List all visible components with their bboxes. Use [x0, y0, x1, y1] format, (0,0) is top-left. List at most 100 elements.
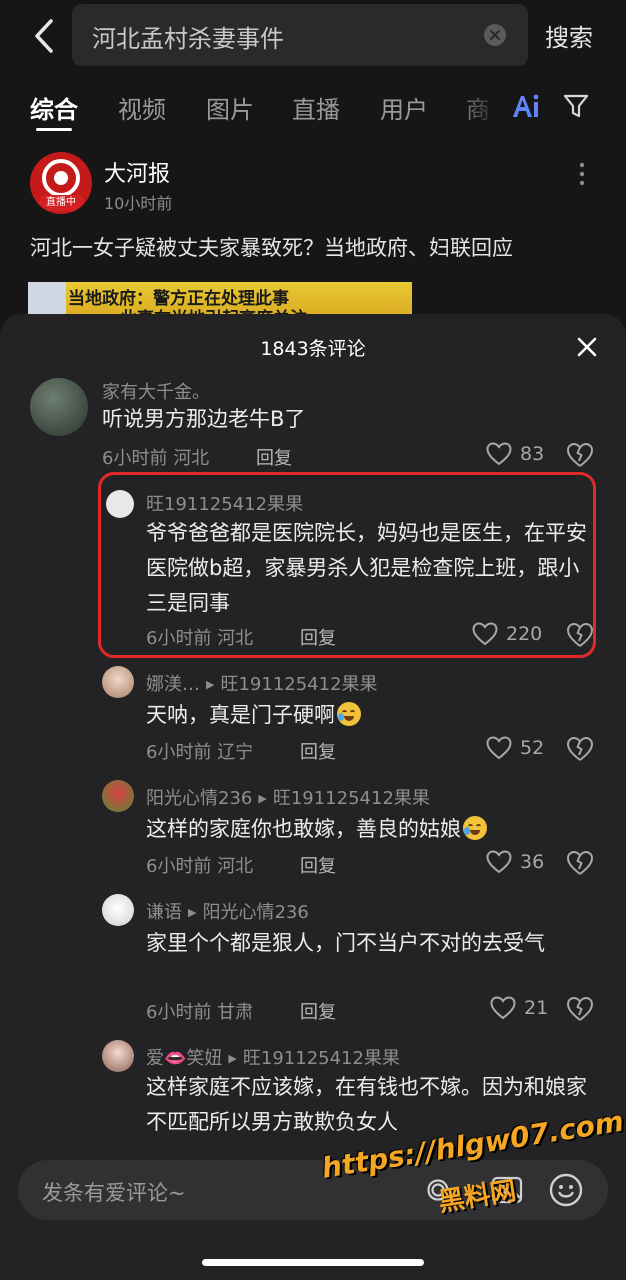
post-title[interactable]: 河北一女子疑被丈夫家暴致死？当地政府、妇联回应 — [30, 232, 513, 262]
live-badge: 直播中 — [38, 195, 84, 211]
comment-input[interactable]: 发条有爱评论~ — [18, 1160, 608, 1220]
comment-region: 河北 — [217, 628, 254, 649]
comment-time: 6小时前 — [146, 856, 212, 877]
comment-meta: 6小时前 河北 — [146, 852, 253, 878]
comment-author[interactable]: 娜渼… ▶ 旺191125412果果 — [146, 670, 378, 696]
reply-arrow-icon: ▶ — [228, 1052, 237, 1065]
category-tabs: 综合 视频 图片 直播 用户 商 — [0, 84, 626, 134]
broken-heart-icon[interactable] — [566, 850, 594, 876]
avatar[interactable] — [102, 894, 134, 926]
comment-author[interactable]: 旺191125412果果 — [146, 490, 303, 516]
like-button[interactable]: 83 — [486, 442, 544, 466]
comment-input-placeholder: 发条有爱评论~ — [42, 1181, 186, 1205]
ai-icon[interactable] — [510, 90, 542, 122]
comment-time: 6小时前 — [102, 448, 168, 469]
reply-button[interactable]: 回复 — [300, 852, 336, 878]
reply-button[interactable]: 回复 — [300, 998, 336, 1024]
laugh-cry-emoji-icon — [463, 816, 487, 840]
back-button[interactable] — [24, 14, 64, 58]
tab-comprehensive[interactable]: 综合 — [30, 90, 78, 125]
comment-region: 河北 — [217, 856, 254, 877]
search-input[interactable]: 河北孟村杀妻事件 — [72, 4, 528, 66]
reply-arrow-icon: ▶ — [188, 906, 197, 919]
active-tab-indicator — [36, 128, 72, 131]
reply-button[interactable]: 回复 — [300, 624, 336, 650]
heart-icon — [486, 850, 512, 874]
comment-text: 爷爷爸爸都是医院院长，妈妈也是医生，在平安医院做b超，家暴男杀人犯是检查院上班，… — [146, 521, 587, 615]
clear-search-button[interactable] — [484, 24, 506, 46]
comment-region: 甘肃 — [217, 1002, 254, 1023]
like-button[interactable]: 21 — [490, 996, 548, 1020]
reply-arrow-icon: ▶ — [258, 792, 267, 805]
comment-text-body: 天呐，真是门子硬啊 — [146, 703, 335, 727]
tab-users[interactable]: 用户 — [380, 90, 428, 125]
comment-region: 河北 — [173, 448, 210, 469]
comment-meta: 6小时前 甘肃 — [146, 998, 253, 1024]
comment-author[interactable]: 家有大千金。 — [102, 378, 210, 404]
reply-author[interactable]: 娜渼… — [146, 674, 200, 695]
comment-time: 6小时前 — [146, 1002, 212, 1023]
close-icon — [490, 30, 500, 40]
more-options-icon[interactable] — [572, 160, 592, 188]
comment-author[interactable]: 爱👄笑妞 ▶ 旺191125412果果 — [146, 1044, 400, 1070]
comment-text: 听说男方那边老牛B了 — [102, 407, 306, 431]
reply-button[interactable]: 回复 — [256, 444, 292, 470]
chevron-left-icon — [35, 19, 53, 53]
close-icon[interactable] — [574, 334, 600, 360]
tab-live[interactable]: 直播 — [292, 90, 340, 125]
avatar[interactable] — [102, 666, 134, 698]
comment-author[interactable]: 阳光心情236 ▶ 旺191125412果果 — [146, 784, 430, 810]
tab-fade — [452, 84, 502, 128]
filter-icon[interactable] — [562, 92, 590, 120]
avatar[interactable] — [106, 490, 134, 518]
heart-icon — [486, 736, 512, 760]
post-author-name[interactable]: 大河报 — [104, 156, 170, 188]
tab-images[interactable]: 图片 — [206, 90, 254, 125]
like-count: 52 — [520, 737, 545, 759]
reply-target[interactable]: 旺191125412果果 — [220, 674, 377, 695]
search-button[interactable]: 搜索 — [545, 18, 593, 53]
reply-author[interactable]: 阳光心情236 — [146, 788, 252, 809]
comment-time: 6小时前 — [146, 742, 212, 763]
broken-heart-icon[interactable] — [566, 442, 594, 468]
heart-icon — [490, 996, 516, 1020]
reply-arrow-icon: ▶ — [206, 678, 215, 691]
broken-heart-icon[interactable] — [566, 996, 594, 1022]
like-button[interactable]: 52 — [486, 736, 544, 760]
reply-target[interactable]: 旺191125412果果 — [273, 788, 430, 809]
comment-author[interactable]: 谦语 ▶ 阳光心情236 — [146, 898, 309, 924]
broken-heart-icon[interactable] — [566, 622, 594, 648]
comment-meta: 6小时前 河北 — [102, 444, 209, 470]
like-count: 83 — [520, 443, 545, 465]
reply-target[interactable]: 旺191125412果果 — [243, 1048, 400, 1069]
comment-meta: 6小时前 河北 — [146, 624, 253, 650]
broken-heart-icon[interactable] — [566, 736, 594, 762]
comment-region: 辽宁 — [217, 742, 254, 763]
reply-author[interactable]: 谦语 — [146, 902, 182, 923]
avatar[interactable] — [102, 780, 134, 812]
comment-text: 天呐，真是门子硬啊 — [146, 698, 592, 733]
like-button[interactable]: 36 — [486, 850, 544, 874]
reply-target[interactable]: 阳光心情236 — [202, 902, 308, 923]
emoji-icon[interactable] — [548, 1172, 584, 1208]
comments-count-title: 1843条评论 — [260, 338, 366, 360]
search-query: 河北孟村杀妻事件 — [92, 25, 284, 53]
laugh-cry-emoji-icon — [337, 702, 361, 726]
reply-button[interactable]: 回复 — [300, 738, 336, 764]
post-author-avatar[interactable]: 直播中 — [30, 152, 92, 214]
reply-author[interactable]: 爱👄笑妞 — [146, 1048, 222, 1069]
top-bar: 河北孟村杀妻事件 搜索 — [0, 0, 626, 80]
tab-video[interactable]: 视频 — [118, 90, 166, 125]
comment-meta: 6小时前 辽宁 — [146, 738, 253, 764]
like-button[interactable]: 220 — [472, 622, 542, 646]
like-count: 36 — [520, 851, 545, 873]
heart-icon — [486, 442, 512, 466]
avatar[interactable] — [102, 1040, 134, 1072]
like-count: 220 — [506, 623, 543, 645]
comment-text: 家里个个都是狠人，门不当户不对的去受气 — [146, 931, 545, 955]
comment-text: 这样的家庭你也敢嫁，善良的姑娘 — [146, 812, 592, 847]
avatar[interactable] — [30, 378, 88, 436]
like-count: 21 — [524, 997, 549, 1019]
home-indicator — [202, 1259, 424, 1266]
comment-text-body: 这样的家庭你也敢嫁，善良的姑娘 — [146, 817, 461, 841]
